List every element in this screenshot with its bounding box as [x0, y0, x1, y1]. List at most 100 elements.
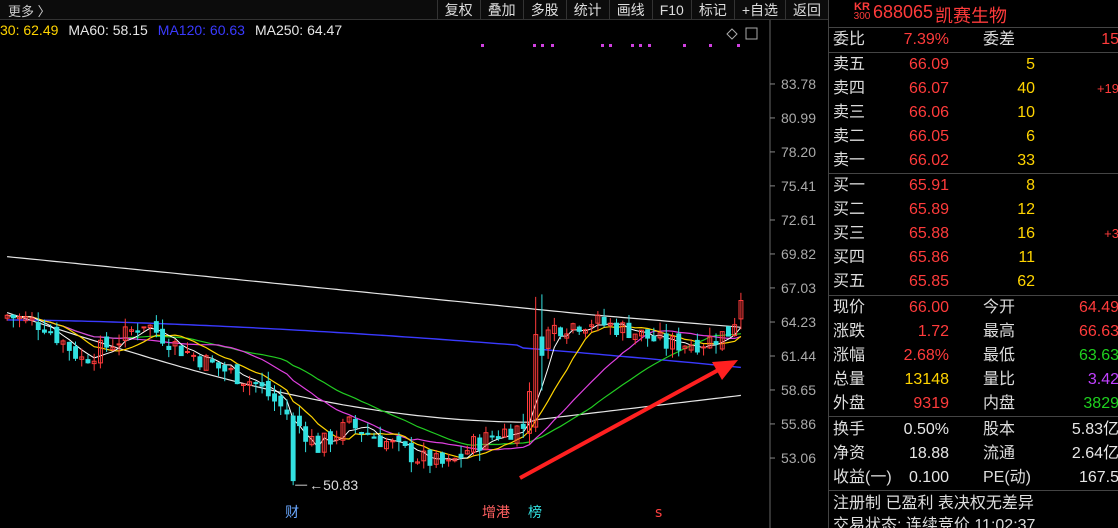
- candle-body: [135, 330, 141, 333]
- candle-body: [408, 442, 414, 463]
- candle-body: [440, 452, 445, 464]
- candle-body: [377, 435, 383, 448]
- bid-label: 买四: [833, 249, 866, 266]
- fund-label: 股本: [983, 421, 1016, 438]
- draw-line-button[interactable]: 画线: [608, 0, 652, 20]
- stock-name[interactable]: 凯赛生物: [935, 2, 1007, 28]
- bid-row: 买三 65.88 16 +3: [829, 222, 1118, 246]
- y-tick-label: 72.61: [781, 212, 816, 228]
- signal-dot: [683, 44, 686, 47]
- candle-body: [359, 432, 365, 435]
- candle-body: [153, 321, 159, 333]
- candle-body: [222, 365, 228, 372]
- candle-body: [197, 356, 203, 368]
- y-tick-label: 83.78: [781, 76, 816, 92]
- stat-row: 涨幅 2.68% 最低 63.63: [829, 344, 1118, 368]
- ask-price: 66.06: [908, 104, 949, 121]
- candle-body: [216, 362, 222, 369]
- ask-volume: 40: [1017, 80, 1035, 97]
- candle-body: [85, 359, 91, 364]
- fund-value: 5.83亿: [1071, 421, 1118, 438]
- stat-value: 64.49: [1078, 299, 1118, 316]
- stat-value: 13148: [904, 371, 950, 388]
- y-tick-label: 61.44: [781, 348, 816, 364]
- candle-body: [645, 329, 651, 339]
- candle-body: [651, 335, 657, 342]
- ask-row: 卖四 66.07 40 +19: [829, 77, 1118, 101]
- back-button[interactable]: 返回: [785, 0, 828, 20]
- candle-body: [315, 435, 321, 453]
- marker-s: s: [655, 505, 662, 521]
- ask-row: 卖三 66.06 10: [829, 101, 1118, 125]
- ask-volume: 33: [1017, 152, 1035, 169]
- candle-body: [48, 331, 54, 334]
- multi-stock-button[interactable]: 多股: [522, 0, 566, 20]
- more-menu-button[interactable]: 更多 〉: [8, 1, 51, 20]
- y-tick-label: 58.65: [781, 382, 816, 398]
- bid-row: 买二 65.89 12: [829, 198, 1118, 222]
- candle-body: [558, 327, 563, 337]
- ask-price: 66.02: [908, 152, 949, 169]
- ma-legend: 30: 62.49 MA60: 58.15 MA120: 60.63 MA250…: [0, 22, 342, 40]
- ask-change: +19: [1096, 81, 1118, 96]
- candle-body: [427, 449, 433, 466]
- candle-body: [284, 409, 290, 415]
- ask-row: 卖一 66.02 33: [829, 149, 1118, 173]
- bid-price: 65.91: [908, 177, 949, 194]
- signal-dot: [648, 44, 651, 47]
- signal-dot: [709, 44, 712, 47]
- ma30-legend: 30: 62.49: [0, 22, 59, 38]
- candle-body: [42, 329, 47, 333]
- tags-row: 注册制 已盈利 表决权无差异: [833, 495, 1034, 512]
- candle-body: [477, 437, 483, 451]
- signal-dot: [551, 44, 554, 47]
- f10-button[interactable]: F10: [651, 0, 691, 20]
- stat-value: 66.00: [908, 299, 949, 316]
- kline-chart[interactable]: 83.78 80.99 78.20 75.41 72.61 69.82 67.03 64.23…: [0, 20, 828, 528]
- trade-status-row: 交易状态: 连续竞价 11:02:37: [833, 517, 1036, 528]
- y-tick-label: 53.06: [781, 450, 816, 466]
- stock-code[interactable]: 688065: [873, 2, 933, 23]
- ask-label: 卖二: [833, 128, 866, 145]
- signal-dot: [601, 44, 604, 47]
- candle-body: [209, 359, 215, 363]
- candle-body: [272, 393, 278, 402]
- add-watchlist-button[interactable]: +自选: [733, 0, 785, 20]
- divider: [829, 490, 1118, 491]
- signal-dot: [481, 44, 484, 47]
- fund-label: 收益(一): [833, 469, 892, 486]
- y-tick-label: 75.41: [781, 178, 816, 194]
- stat-row: 总量 13148 量比 3.42: [829, 368, 1118, 392]
- stat-value: 66.63: [1078, 323, 1118, 340]
- fund-value: 0.50%: [903, 421, 949, 438]
- candle-body: [701, 346, 707, 349]
- candle-body: [10, 314, 16, 319]
- kr-badge: KR 300: [853, 1, 871, 22]
- overlay-button[interactable]: 叠加: [479, 0, 523, 20]
- statistics-button[interactable]: 统计: [565, 0, 609, 20]
- ma120-legend: MA120: 60.63: [157, 22, 245, 38]
- kline-chart-area[interactable]: 83.78 80.99 78.20 75.41 72.61 69.82 67.03 64.23…: [0, 20, 828, 528]
- stat-label: 总量: [833, 371, 866, 388]
- fund-row: 收益(一) 0.100 PE(动) 167.5: [829, 466, 1118, 490]
- chart-toolbar: 更多 〉 复权 叠加 多股 统计 画线 F10 标记 +自选 返回: [0, 0, 828, 20]
- stat-value: 9319: [913, 395, 949, 412]
- candle-body: [253, 382, 259, 385]
- fuquan-button[interactable]: 复权: [436, 0, 480, 20]
- candle-body: [54, 326, 60, 344]
- bid-volume: 8: [1026, 177, 1035, 194]
- candle-body: [713, 341, 719, 345]
- candle-body: [663, 333, 669, 349]
- ask-label: 卖三: [833, 104, 866, 121]
- candle-body: [66, 341, 72, 351]
- y-tick-label: 78.20: [781, 144, 816, 160]
- candle-body: [626, 322, 632, 338]
- fund-label: 流通: [983, 445, 1016, 462]
- window-toggle-icon: [745, 27, 758, 40]
- signal-dot: [639, 44, 642, 47]
- mark-button[interactable]: 标记: [690, 0, 734, 20]
- candle-body: [396, 436, 402, 442]
- signal-dot: [631, 44, 634, 47]
- ask-price: 66.07: [908, 80, 949, 97]
- stat-value: 3829: [1083, 395, 1118, 412]
